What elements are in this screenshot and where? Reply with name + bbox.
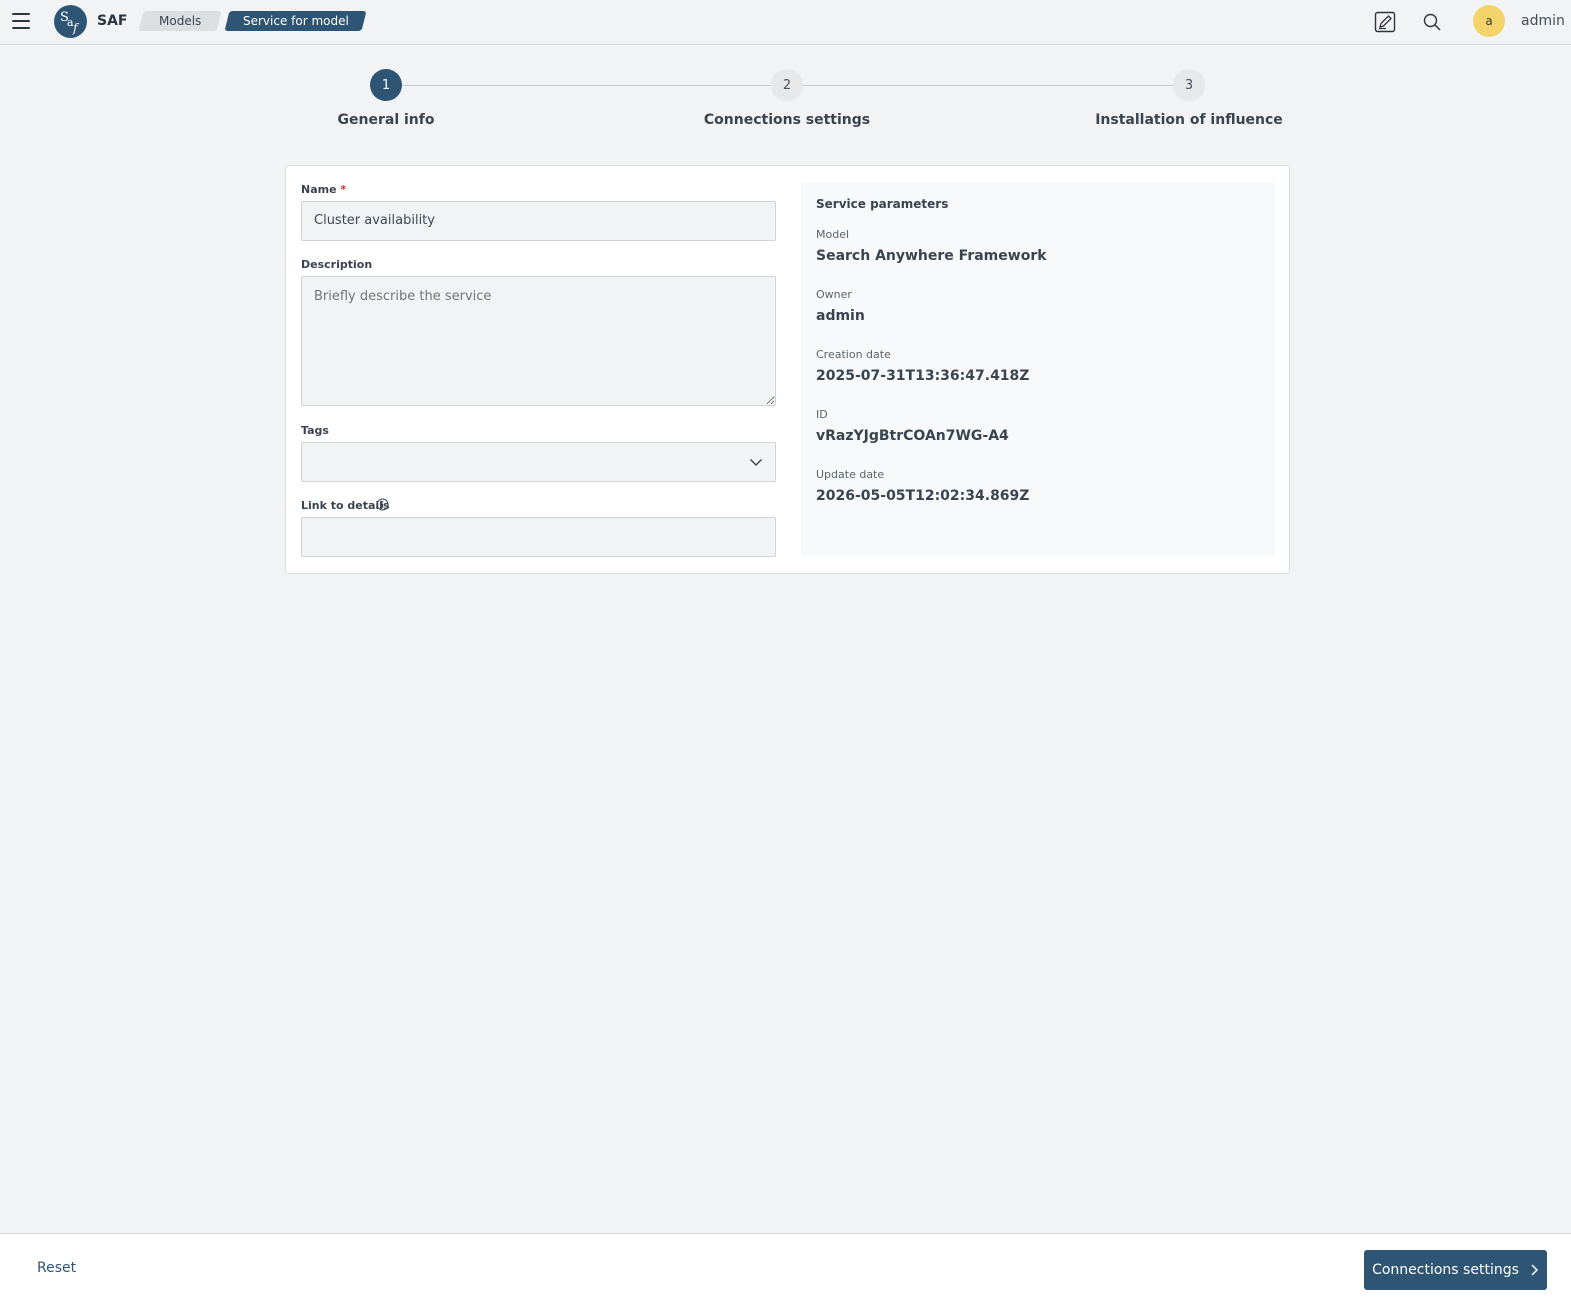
model-label: Model (816, 228, 850, 241)
service-parameters-title: Service parameters (816, 197, 949, 211)
name-input-value: Cluster availability (314, 213, 435, 228)
description-label: Description (301, 258, 373, 271)
breadcrumb-service-for-model[interactable]: Service for model (224, 11, 367, 31)
step-1-indicator[interactable]: 1 (370, 69, 402, 101)
edit-square-icon[interactable] (1372, 9, 1398, 35)
app-name: SAF (97, 13, 128, 29)
chevron-down-icon (750, 459, 762, 466)
search-icon[interactable] (1419, 9, 1445, 35)
step-2-label[interactable]: Connections settings (657, 112, 917, 128)
tags-select[interactable] (301, 442, 776, 482)
avatar[interactable]: a (1473, 5, 1505, 37)
update-date-label: Update date (816, 468, 885, 481)
step-3-indicator[interactable]: 3 (1173, 69, 1205, 101)
footer-bar: Reset Connections settings (0, 1233, 1571, 1303)
id-value: vRazYJgBtrCOAn7WG-A4 (816, 428, 1009, 444)
info-icon[interactable] (376, 498, 389, 511)
name-input[interactable]: Cluster availability (301, 201, 776, 241)
tags-label: Tags (301, 424, 329, 437)
owner-value: admin (816, 308, 865, 324)
reset-button[interactable]: Reset (37, 1260, 76, 1276)
step-connector (402, 85, 772, 86)
step-connector (803, 85, 1173, 86)
hamburger-icon[interactable] (11, 12, 31, 30)
step-2-indicator[interactable]: 2 (771, 69, 803, 101)
svg-text:f: f (72, 21, 80, 35)
app-logo[interactable]: S a f (54, 5, 87, 38)
top-bar: S a f SAF Models Service for model a adm… (0, 0, 1571, 45)
next-step-label: Connections settings (1372, 1262, 1519, 1278)
general-info-card: Name * Cluster availability Description … (285, 165, 1290, 574)
name-label-text: Name (301, 183, 337, 196)
breadcrumb-models[interactable]: Models (138, 11, 222, 31)
next-step-button[interactable]: Connections settings (1364, 1250, 1547, 1290)
owner-label: Owner (816, 288, 852, 301)
service-parameters-panel: Service parameters Model Search Anywhere… (801, 182, 1275, 557)
step-1-label[interactable]: General info (256, 112, 516, 128)
logo-icon: S a f (60, 10, 80, 35)
creation-date-label: Creation date (816, 348, 891, 361)
user-name[interactable]: admin (1521, 13, 1565, 29)
required-mark: * (340, 183, 347, 196)
model-value: Search Anywhere Framework (816, 248, 1047, 264)
description-textarea[interactable] (301, 276, 776, 406)
step-3-label[interactable]: Installation of influence (1059, 112, 1319, 128)
breadcrumb-label: Service for model (242, 14, 349, 28)
update-date-value: 2026-05-05T12:02:34.869Z (816, 488, 1030, 504)
breadcrumb-label: Models (158, 14, 202, 28)
id-label: ID (816, 408, 828, 421)
creation-date-value: 2025-07-31T13:36:47.418Z (816, 368, 1030, 384)
link-input[interactable] (301, 517, 776, 557)
chevron-right-icon (1531, 1264, 1538, 1276)
name-label: Name * (301, 183, 346, 196)
